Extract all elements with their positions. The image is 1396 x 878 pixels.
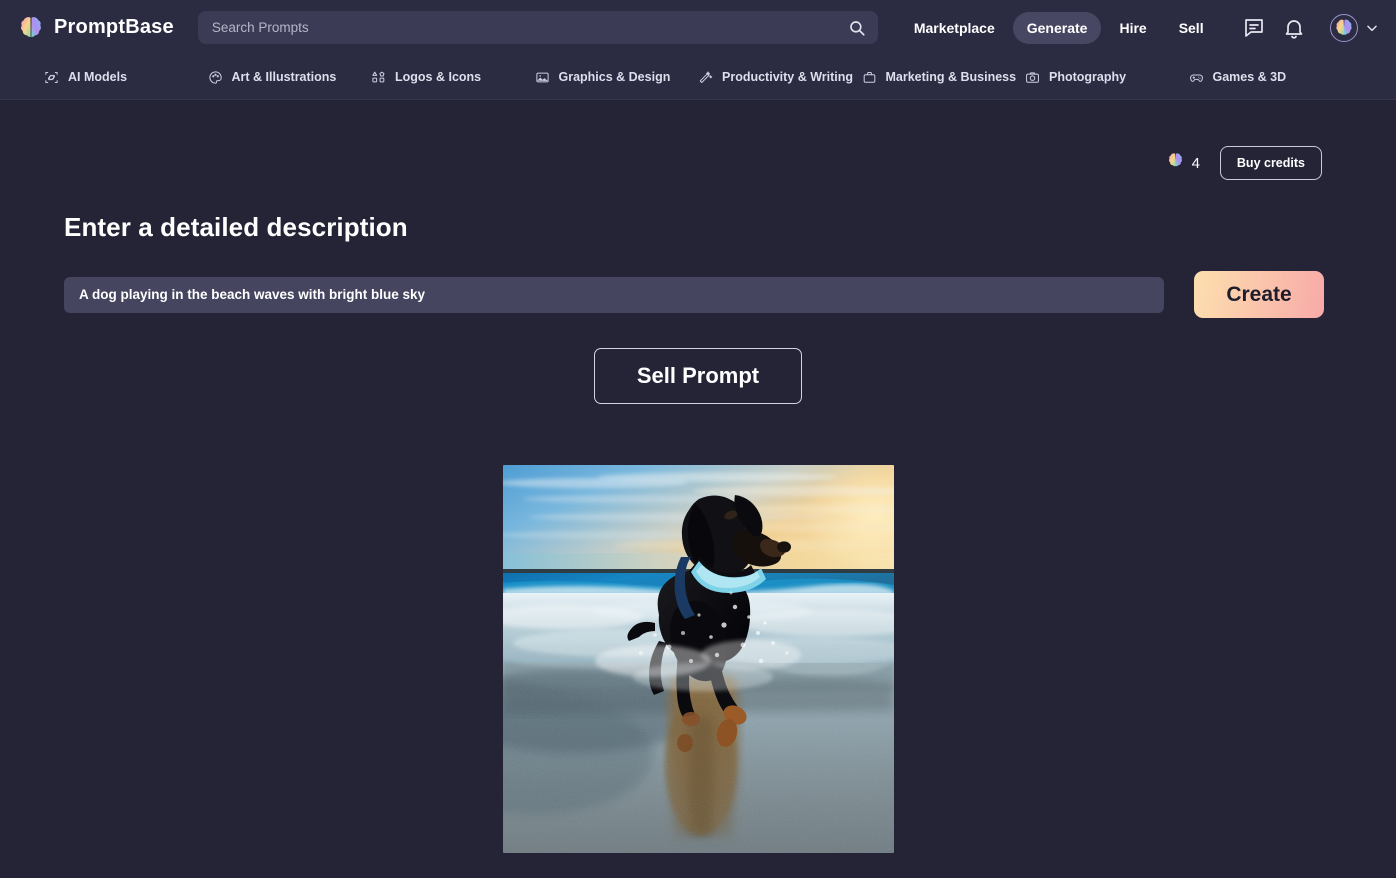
nav-link-hire[interactable]: Hire [1105,12,1160,44]
prompt-row: Create [64,271,1332,318]
category-label: Art & Illustrations [232,70,337,84]
shapes-icon [371,70,386,85]
top-navigation-bar: PromptBase Marketplace Generate Hire Sel… [0,0,1396,55]
primary-nav: Marketplace Generate Hire Sell [900,12,1218,44]
camera-icon [1025,70,1040,85]
messages-icon[interactable] [1242,16,1266,40]
credits-balance[interactable]: 4 [1167,152,1200,174]
generated-image[interactable] [503,465,894,853]
search-input[interactable] [198,11,878,44]
category-label: Productivity & Writing [722,70,853,84]
nav-link-generate[interactable]: Generate [1013,12,1102,44]
category-graphics-design[interactable]: Graphics & Design [535,70,699,85]
credits-count: 4 [1192,155,1200,172]
brand-name: PromptBase [54,16,174,39]
briefcase-icon [862,70,877,85]
category-label: AI Models [68,70,127,84]
main-content: 4 Buy credits Enter a detailed descripti… [0,100,1396,853]
nav-link-marketplace[interactable]: Marketplace [900,12,1009,44]
category-logos-icons[interactable]: Logos & Icons [371,70,535,85]
avatar[interactable] [1330,14,1358,42]
category-label: Graphics & Design [559,70,671,84]
sell-prompt-row: Sell Prompt [64,348,1332,404]
category-photography[interactable]: Photography [1025,70,1189,85]
credits-row: 4 Buy credits [64,100,1332,180]
pencil-sparkle-icon [698,70,713,85]
category-label: Marketing & Business [886,70,1017,84]
generated-result-row [64,465,1332,853]
search-container [198,11,878,44]
nav-link-sell[interactable]: Sell [1165,12,1218,44]
create-button[interactable]: Create [1194,271,1324,318]
category-label: Games & 3D [1213,70,1287,84]
palette-icon [208,70,223,85]
category-navigation-bar: AI Models Art & Illustrations Logos & Ic… [0,55,1396,100]
category-marketing-business[interactable]: Marketing & Business [862,70,1026,85]
buy-credits-button[interactable]: Buy credits [1220,146,1322,180]
prompt-description-input[interactable] [64,277,1164,313]
sell-prompt-button[interactable]: Sell Prompt [594,348,802,404]
page-title: Enter a detailed description [64,212,1332,243]
credit-brain-icon [1167,152,1184,174]
brain-logo-icon [18,15,44,41]
account-menu[interactable] [1330,14,1379,42]
category-ai-models[interactable]: AI Models [44,70,208,85]
category-games-3d[interactable]: Games & 3D [1189,70,1353,85]
top-bar-icons [1242,14,1379,42]
ai-models-icon [44,70,59,85]
chevron-down-icon[interactable] [1365,21,1379,35]
gamepad-icon [1189,70,1204,85]
brand-home-link[interactable]: PromptBase [18,15,174,41]
category-productivity-writing[interactable]: Productivity & Writing [698,70,862,85]
category-art-illustrations[interactable]: Art & Illustrations [208,70,372,85]
category-label: Photography [1049,70,1126,84]
notifications-bell-icon[interactable] [1282,16,1306,40]
image-icon [535,70,550,85]
category-label: Logos & Icons [395,70,481,84]
